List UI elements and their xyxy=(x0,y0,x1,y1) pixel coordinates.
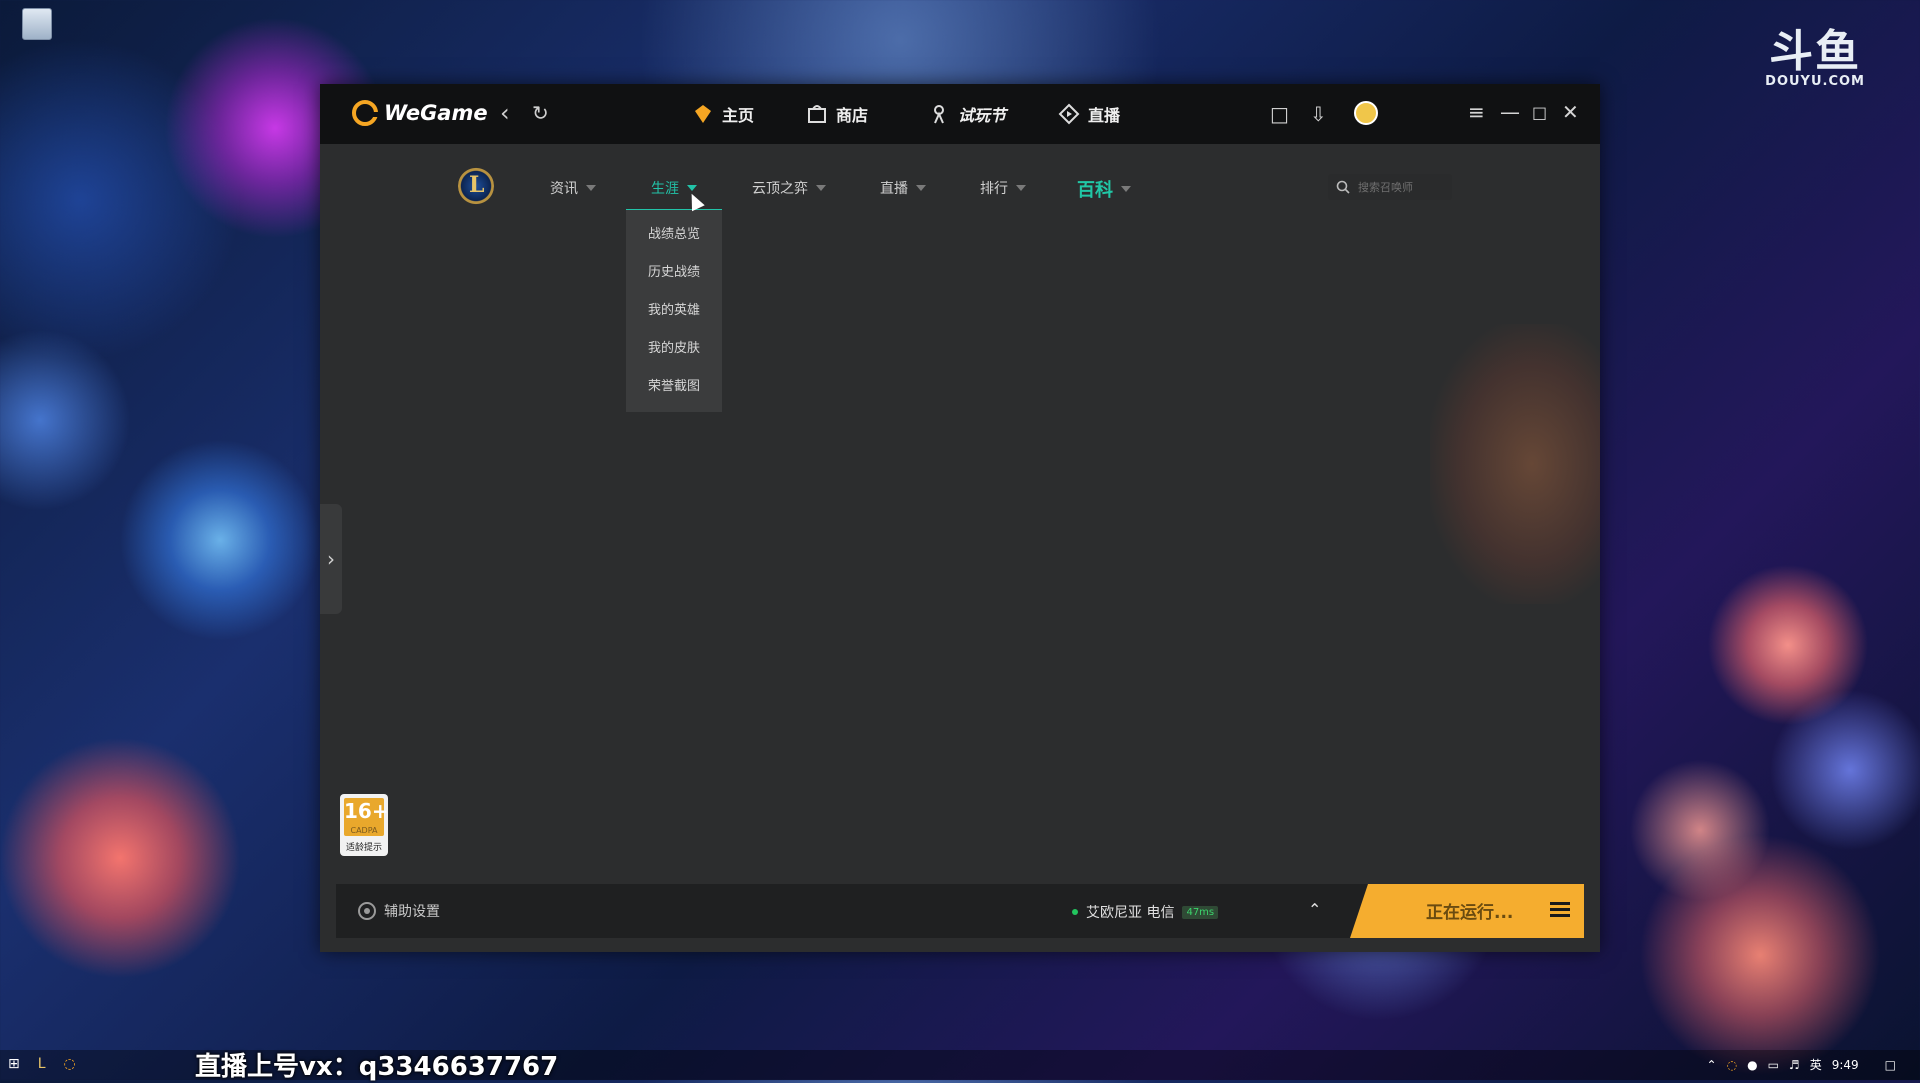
caret-down-icon xyxy=(1121,186,1131,192)
wegame-logo[interactable]: WeGame xyxy=(352,100,488,126)
lol-taskbar-icon[interactable]: L xyxy=(38,1056,46,1072)
gnav-news[interactable]: 资讯 xyxy=(550,178,596,198)
career-dropdown: 战绩总览 历史战绩 我的英雄 我的皮肤 荣誉截图 xyxy=(626,210,722,412)
close-icon[interactable]: ✕ xyxy=(1562,100,1579,124)
search-input[interactable] xyxy=(1356,179,1450,195)
server-status-dot xyxy=(1072,909,1078,915)
wegame-logo-icon xyxy=(352,100,378,126)
nav-home-label: 主页 xyxy=(722,106,755,125)
server-name: 艾欧尼亚 电信 xyxy=(1086,905,1175,921)
gnav-wiki-label: 百科 xyxy=(1077,180,1113,201)
nav-trial[interactable]: 试玩节 xyxy=(928,102,1006,126)
assist-settings-label: 辅助设置 xyxy=(384,904,440,920)
taskbar-left: ⊞ L ◌ xyxy=(8,1056,76,1072)
nav-live-label: 直播 xyxy=(1088,106,1121,125)
title-bar: WeGame ‹ ↻ 主页 商店 试玩节 直播 □ ⇩ ≡ — □ ✕ xyxy=(320,84,1600,144)
douyu-watermark: 斗鱼 DOUYU.COM xyxy=(1765,26,1865,90)
gnav-career-label: 生涯 xyxy=(651,181,679,197)
search-icon xyxy=(1336,180,1350,194)
dropdown-item-honor[interactable]: 荣誉截图 xyxy=(626,368,722,406)
wegame-taskbar-icon[interactable]: ◌ xyxy=(64,1056,76,1072)
avatar[interactable] xyxy=(1354,101,1378,130)
menu-icon[interactable]: ≡ xyxy=(1468,100,1485,124)
age-rating-badge: 16+ CADPA 适龄提示 xyxy=(340,794,389,856)
shop-bag-icon xyxy=(808,105,826,123)
tray-app-icon[interactable]: ● xyxy=(1747,1058,1757,1072)
volume-icon[interactable]: ♬ xyxy=(1789,1058,1800,1072)
chevron-right-icon: › xyxy=(327,547,335,571)
nav-trial-label: 试玩节 xyxy=(958,106,1007,125)
bottom-bar: 辅助设置 艾欧尼亚 电信 47ms ⌃ 正在运行... xyxy=(336,884,1584,938)
nav-shop-label: 商店 xyxy=(836,106,869,125)
douyu-logo-sub: DOUYU.COM xyxy=(1765,74,1865,89)
gnav-wiki[interactable]: 百科 xyxy=(1077,176,1131,202)
gnav-rank[interactable]: 排行 xyxy=(980,178,1026,198)
tray-expand-icon[interactable]: ⌃ xyxy=(1707,1058,1717,1072)
gnav-news-label: 资讯 xyxy=(550,181,578,197)
clock[interactable]: 9:49 xyxy=(1832,1058,1859,1072)
gnav-tft[interactable]: 云顶之弈 xyxy=(752,178,826,198)
settings-hex-icon xyxy=(358,902,376,920)
gnav-live-label: 直播 xyxy=(880,181,908,197)
home-icon xyxy=(695,105,711,123)
minimize-icon[interactable]: — xyxy=(1500,100,1520,124)
background-art xyxy=(1430,324,1600,604)
hamburger-menu-icon[interactable] xyxy=(1550,902,1570,918)
server-selector[interactable]: 艾欧尼亚 电信 47ms xyxy=(1072,902,1219,922)
dropdown-item-history[interactable]: 历史战绩 xyxy=(626,254,722,292)
running-button[interactable]: 正在运行... xyxy=(1350,884,1584,938)
live-icon xyxy=(1058,103,1080,125)
back-icon[interactable]: ‹ xyxy=(500,101,510,125)
chevron-up-icon[interactable]: ⌃ xyxy=(1308,900,1321,919)
download-icon[interactable]: ⇩ xyxy=(1310,102,1327,126)
caret-down-icon xyxy=(687,185,697,191)
dropdown-item-overview[interactable]: 战绩总览 xyxy=(626,216,722,254)
refresh-icon[interactable]: ↻ xyxy=(532,101,549,125)
caret-down-icon xyxy=(1016,185,1026,191)
tray-wegame-icon[interactable]: ◌ xyxy=(1727,1058,1737,1072)
gnav-rank-label: 排行 xyxy=(980,181,1008,197)
notification-icon[interactable]: □ xyxy=(1885,1058,1896,1072)
age-rating-org: CADPA xyxy=(350,826,378,835)
nav-shop[interactable]: 商店 xyxy=(806,102,868,126)
dropdown-item-heroes[interactable]: 我的英雄 xyxy=(626,292,722,330)
recycle-bin-icon[interactable] xyxy=(22,8,52,40)
assist-settings-button[interactable]: 辅助设置 xyxy=(358,901,440,921)
system-tray: ⌃ ◌ ● ▭ ♬ 英 9:49 □ xyxy=(1707,1056,1896,1073)
nav-live[interactable]: 直播 xyxy=(1058,102,1120,126)
caret-down-icon xyxy=(816,185,826,191)
stream-overlay-text: 直播上号vx：q3346637767 xyxy=(195,1052,559,1082)
windows-start-icon[interactable]: ⊞ xyxy=(8,1056,20,1072)
summoner-search[interactable] xyxy=(1328,174,1452,200)
gnav-tft-label: 云顶之弈 xyxy=(752,181,808,197)
expand-sidebar-button[interactable]: › xyxy=(320,504,342,614)
brand-name: WeGame xyxy=(384,101,488,125)
age-rating-label: 适龄提示 xyxy=(345,843,382,853)
wegame-window: WeGame ‹ ↻ 主页 商店 试玩节 直播 □ ⇩ ≡ — □ ✕ L 资讯… xyxy=(320,84,1600,952)
folder-icon[interactable]: □ xyxy=(1270,102,1289,126)
gnav-live[interactable]: 直播 xyxy=(880,178,926,198)
caret-down-icon xyxy=(916,185,926,191)
dropdown-item-skins[interactable]: 我的皮肤 xyxy=(626,330,722,368)
trial-festival-icon xyxy=(934,105,944,124)
caret-down-icon xyxy=(586,185,596,191)
maximize-icon[interactable]: □ xyxy=(1532,103,1547,122)
running-label: 正在运行... xyxy=(1426,903,1514,923)
douyu-logo-text: 斗鱼 xyxy=(1769,26,1862,77)
ime-indicator[interactable]: 英 xyxy=(1810,1056,1822,1073)
lol-game-logo[interactable]: L xyxy=(458,166,494,206)
nav-home[interactable]: 主页 xyxy=(692,102,754,126)
ping-badge: 47ms xyxy=(1182,905,1219,919)
network-icon[interactable]: ▭ xyxy=(1768,1058,1779,1072)
